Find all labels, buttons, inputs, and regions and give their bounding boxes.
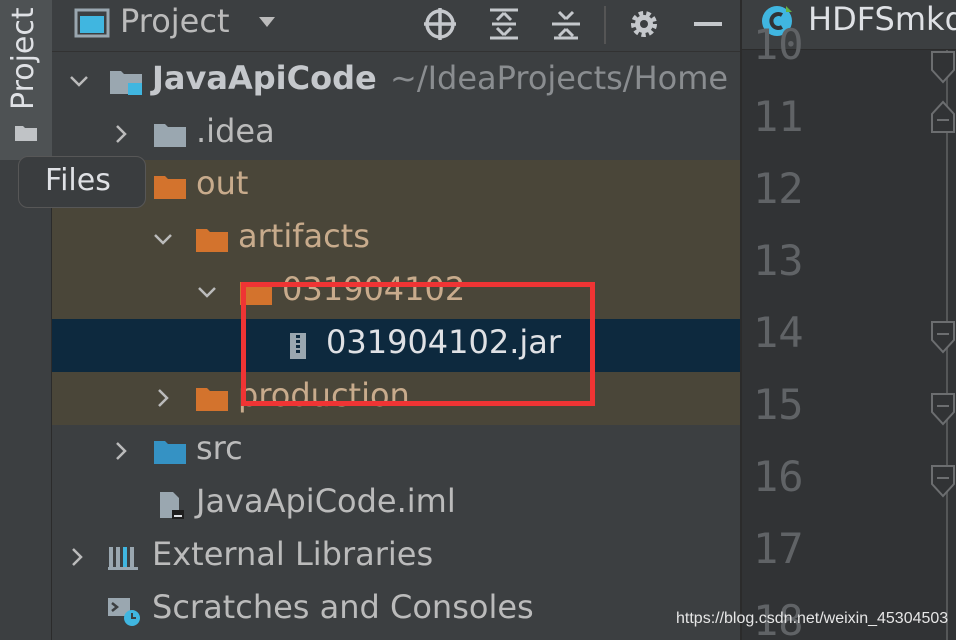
line-number: 16 <box>753 452 804 501</box>
folder-icon <box>15 126 37 141</box>
line-number: 12 <box>753 164 804 213</box>
scratches-label: Scratches and Consoles <box>152 588 534 626</box>
project-tool-tab[interactable]: Project <box>0 0 52 160</box>
artifacts-folder-label: artifacts <box>238 217 370 255</box>
fold-marker-icon[interactable] <box>930 50 956 84</box>
excluded-folder-icon <box>196 229 228 252</box>
idea-folder-label: .idea <box>196 112 275 150</box>
locate-icon[interactable] <box>420 4 460 44</box>
module-folder-icon <box>110 71 142 95</box>
chevron-down-icon[interactable] <box>152 228 174 250</box>
hide-icon[interactable] <box>688 4 728 44</box>
chevron-right-icon[interactable] <box>66 546 88 568</box>
line-number: 10 <box>753 20 804 69</box>
iml-file-label: JavaApiCode.iml <box>196 482 456 520</box>
chevron-right-icon[interactable] <box>110 123 132 145</box>
library-icon <box>108 547 138 570</box>
project-panel-title[interactable]: Project <box>120 2 229 40</box>
files-tooltip-text: Files <box>45 163 111 198</box>
line-number: 15 <box>753 380 804 429</box>
expand-all-icon[interactable] <box>484 4 524 44</box>
chevron-right-icon[interactable] <box>110 440 132 462</box>
root-path: ~/IdeaProjects/Home <box>390 59 729 97</box>
chevron-down-icon[interactable] <box>257 14 277 30</box>
fold-marker-icon[interactable] <box>930 392 956 426</box>
red-highlight-box <box>241 282 595 406</box>
tree-row-iml[interactable]: JavaApiCode.iml <box>52 478 740 531</box>
root-name: JavaApiCode <box>152 59 377 97</box>
out-folder-label: out <box>196 164 249 202</box>
line-number: 11 <box>753 92 804 141</box>
chevron-down-icon[interactable] <box>68 70 90 92</box>
project-tool-tab-label: Project <box>6 7 41 110</box>
chevron-down-icon[interactable] <box>196 281 218 303</box>
external-libraries-label: External Libraries <box>152 535 434 573</box>
src-folder-label: src <box>196 429 243 467</box>
fold-marker-icon[interactable] <box>930 320 956 354</box>
tree-row-artifacts[interactable]: artifacts <box>52 213 740 266</box>
settings-icon[interactable] <box>624 4 664 44</box>
tree-row-root[interactable]: JavaApiCode ~/IdeaProjects/Home <box>52 55 740 108</box>
chevron-right-icon[interactable] <box>152 387 174 409</box>
tree-row-scratches[interactable]: Scratches and Consoles <box>52 584 740 637</box>
line-number: 14 <box>753 308 804 357</box>
editor-tab-label: HDFSmkd <box>808 0 956 38</box>
tool-window-strip: Project <box>0 0 52 640</box>
files-tooltip: Files <box>18 156 146 208</box>
scratches-icon <box>108 598 140 626</box>
line-number: 17 <box>753 524 804 573</box>
module-file-icon <box>160 492 184 519</box>
excluded-folder-icon <box>196 388 228 411</box>
project-view-icon <box>74 8 110 38</box>
collapse-all-icon[interactable] <box>546 4 586 44</box>
tree-row-out[interactable]: out <box>52 160 740 213</box>
fold-marker-icon[interactable] <box>930 464 956 498</box>
tree-row-external-libraries[interactable]: External Libraries <box>52 531 740 584</box>
project-panel-header: Project <box>52 0 740 52</box>
source-folder-icon <box>154 441 186 464</box>
fold-marker-icon[interactable] <box>930 100 956 134</box>
line-number: 13 <box>753 236 804 285</box>
folder-icon <box>154 124 186 147</box>
tree-row-idea[interactable]: .idea <box>52 108 740 161</box>
tree-row-src[interactable]: src <box>52 425 740 478</box>
excluded-folder-icon <box>154 176 186 199</box>
toolbar-separator <box>604 6 606 44</box>
watermark: https://blog.csdn.net/weixin_45304503 <box>676 610 949 627</box>
